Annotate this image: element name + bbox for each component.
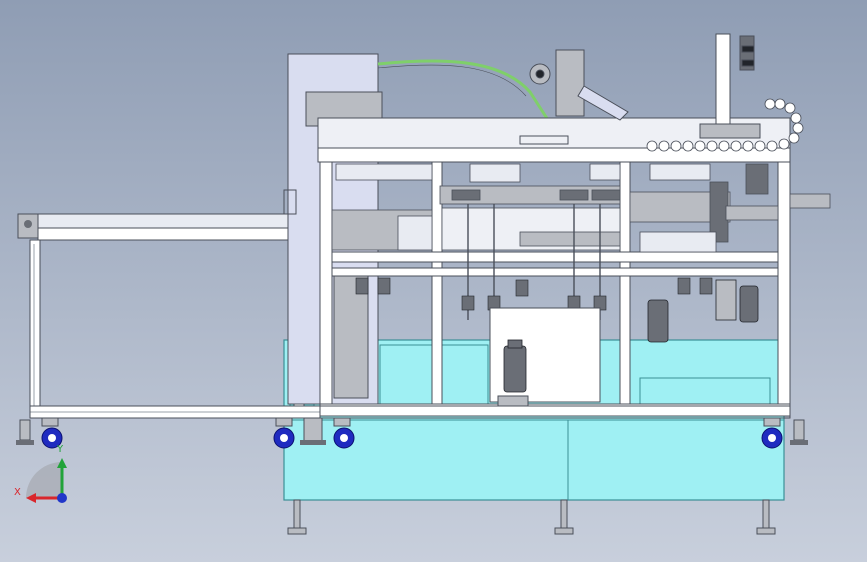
machine-drawing: Y X — [0, 0, 867, 562]
y-axis-label: Y — [56, 444, 64, 455]
x-axis-label: X — [14, 487, 21, 498]
z-axis-dot — [57, 493, 67, 503]
cad-viewport[interactable]: Y X — [0, 0, 867, 562]
